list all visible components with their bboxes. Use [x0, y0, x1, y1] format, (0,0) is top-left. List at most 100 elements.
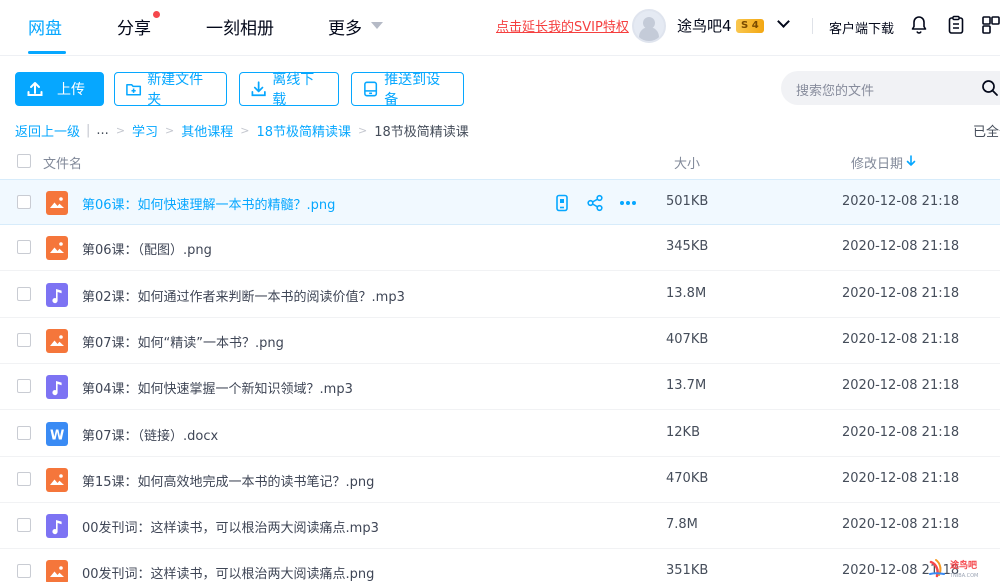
device-icon — [364, 81, 378, 97]
client-download-link[interactable]: 客户端下载 — [829, 18, 894, 37]
breadcrumb: 返回上一级 | ... > 学习 > 其他课程 > 18节极简精读课 > 18节… — [15, 121, 469, 140]
download-icon — [251, 81, 266, 97]
table-row[interactable]: 第07课：如何“精读”一本书？.png 407KB 2020-12-08 21:18 — [0, 318, 1000, 364]
file-name[interactable]: 第15课：如何高效地完成一本书的读书笔记？.png — [82, 471, 374, 490]
file-date: 2020-12-08 21:18 — [842, 239, 960, 255]
column-size[interactable]: 大小 — [674, 153, 700, 172]
table-row[interactable]: 第06课：（配图）.png 345KB 2020-12-08 21:18 — [0, 225, 1000, 272]
back-link[interactable]: 返回上一级 — [15, 121, 80, 140]
breadcrumb-separator: > — [240, 124, 250, 137]
tab-share[interactable]: 分享 — [117, 14, 151, 39]
svip-link[interactable]: 点击延长我的SVIP特权 — [496, 16, 629, 35]
file-date: 2020-12-08 21:18 — [842, 194, 960, 209]
search-icon[interactable] — [981, 79, 999, 97]
breadcrumb-item[interactable]: 18节极简精读课 — [257, 121, 352, 140]
search-placeholder: 搜索您的文件 — [796, 84, 875, 99]
row-checkbox[interactable] — [17, 518, 31, 533]
top-nav: 网盘 分享 一刻相册 更多 点击延长我的SVIP特权 途鸟吧4 S 4 客户端下… — [0, 0, 1000, 56]
loaded-status: 已全部加载 — [973, 125, 1000, 140]
breadcrumb-item[interactable]: 其他课程 — [181, 121, 233, 140]
file-name[interactable]: 第06课：（配图）.png — [82, 239, 212, 258]
push-device-button[interactable]: 推送到设备 — [351, 72, 464, 108]
breadcrumb-item[interactable]: 学习 — [132, 121, 158, 140]
table-row[interactable]: 00发刊词：这样读书，可以根治两大阅读痛点.png 351KB 2020-12-08… — [0, 549, 1000, 582]
file-name[interactable]: 第06课：如何快速理解一本书的精髓？.png — [82, 194, 335, 213]
level-badge: S 4 — [736, 19, 764, 33]
table-row[interactable]: 第04课：如何快速掌握一个新知识领域？.mp3 13.7M 2020-12-08 2… — [0, 364, 1000, 411]
file-size: 470KB — [666, 470, 709, 486]
select-all-checkbox[interactable] — [17, 154, 31, 168]
tab-netdisk[interactable]: 网盘 — [28, 14, 62, 39]
file-name[interactable]: 第02课：如何通过作者来判断一本书的阅读价值？.mp3 — [82, 286, 405, 305]
row-checkbox[interactable] — [17, 332, 31, 347]
row-checkbox[interactable] — [17, 195, 31, 209]
tab-more[interactable]: 更多 — [328, 14, 362, 39]
share-icon[interactable] — [585, 193, 605, 213]
avatar[interactable] — [632, 9, 666, 43]
word-file-icon: W — [46, 421, 68, 446]
row-checkbox[interactable] — [17, 425, 31, 440]
upload-label: 上传 — [57, 82, 85, 98]
tab-album[interactable]: 一刻相册 — [206, 14, 274, 39]
table-row[interactable]: 第15课：如何高效地完成一本书的读书笔记？.png 470KB 2020-12-08… — [0, 457, 1000, 503]
push-device-icon[interactable] — [552, 193, 572, 213]
more-options-icon[interactable] — [618, 193, 638, 213]
watermark-brand: 途鸟吧 — [950, 559, 977, 571]
file-date: 2020-12-08 21:18 — [842, 378, 960, 394]
breadcrumb-ellipsis[interactable]: ... — [96, 123, 108, 138]
file-name[interactable]: 第07课：如何“精读”一本书？.png — [82, 332, 284, 351]
row-checkbox[interactable] — [17, 240, 31, 255]
file-date: 2020-12-08 21:18 — [842, 285, 960, 301]
table-row[interactable]: 第06课：如何快速理解一本书的精髓？.png 501KB 2020-12-08 21… — [0, 179, 1000, 225]
file-name[interactable]: 第04课：如何快速掌握一个新知识领域？.mp3 — [82, 378, 353, 397]
column-modified[interactable]: 修改日期 — [851, 153, 903, 172]
table-header: 文件名 大小 修改日期 — [0, 145, 1000, 178]
image-file-icon — [46, 467, 68, 492]
file-name[interactable]: 00发刊词：这样读书，可以根治两大阅读痛点.mp3 — [82, 517, 379, 536]
watermark-logo: 途鸟吧 TNIBA.COM — [929, 559, 978, 579]
row-checkbox[interactable] — [17, 379, 31, 394]
file-date: 2020-12-08 21:18 — [842, 424, 960, 440]
new-folder-label: 新建文件夹 — [147, 72, 204, 108]
file-size: 7.8M — [666, 517, 698, 533]
breadcrumb-separator: > — [115, 124, 126, 137]
audio-file-icon — [46, 282, 68, 307]
file-size: 345KB — [666, 239, 709, 255]
row-actions — [552, 193, 642, 213]
breadcrumb-current: 18节极简精读课 — [374, 125, 469, 140]
file-name[interactable]: 第07课：（链接）.docx — [82, 425, 218, 444]
column-name[interactable]: 文件名 — [43, 153, 82, 172]
row-checkbox[interactable] — [17, 564, 31, 579]
search-input[interactable]: 搜索您的文件 — [781, 71, 1000, 105]
sort-down-icon[interactable] — [906, 155, 916, 167]
push-device-label: 推送到设备 — [384, 72, 441, 108]
file-date: 2020-12-08 21:18 — [842, 517, 960, 533]
file-date: 2020-12-08 21:18 — [842, 470, 960, 486]
upload-icon — [27, 82, 43, 96]
file-name[interactable]: 00发刊词：这样读书，可以根治两大阅读痛点.png — [82, 563, 374, 582]
active-tab-indicator — [28, 51, 66, 54]
upload-button[interactable]: 上传 — [15, 72, 104, 106]
row-checkbox[interactable] — [17, 286, 31, 301]
table-row[interactable]: 第02课：如何通过作者来判断一本书的阅读价值？.mp3 13.8M 2020-12-… — [0, 272, 1000, 318]
chevron-down-icon[interactable] — [777, 15, 790, 28]
watermark-site: TNIBA.COM — [949, 573, 978, 579]
offline-download-button[interactable]: 离线下载 — [239, 72, 339, 108]
file-size: 501KB — [666, 194, 709, 209]
clipboard-icon[interactable] — [945, 14, 967, 36]
username[interactable]: 途鸟吧4 — [677, 15, 732, 36]
table-row[interactable]: W 第07课：（链接）.docx 12KB 2020-12-08 21:18 — [0, 411, 1000, 457]
folder-plus-icon — [126, 83, 142, 96]
row-checkbox[interactable] — [17, 471, 31, 486]
file-size: 407KB — [666, 331, 709, 347]
new-folder-button[interactable]: 新建文件夹 — [114, 72, 227, 108]
image-file-icon — [46, 191, 68, 215]
bell-icon[interactable] — [908, 14, 930, 36]
file-date: 2020-12-08 21:18 — [842, 331, 960, 347]
image-file-icon — [46, 560, 68, 582]
image-file-icon — [46, 328, 68, 353]
divider — [812, 18, 813, 34]
table-row[interactable]: 00发刊词：这样读书，可以根治两大阅读痛点.mp3 7.8M 2020-12-08 … — [0, 503, 1000, 550]
grid-icon[interactable] — [980, 14, 1000, 36]
caret-down-icon[interactable] — [371, 22, 383, 29]
